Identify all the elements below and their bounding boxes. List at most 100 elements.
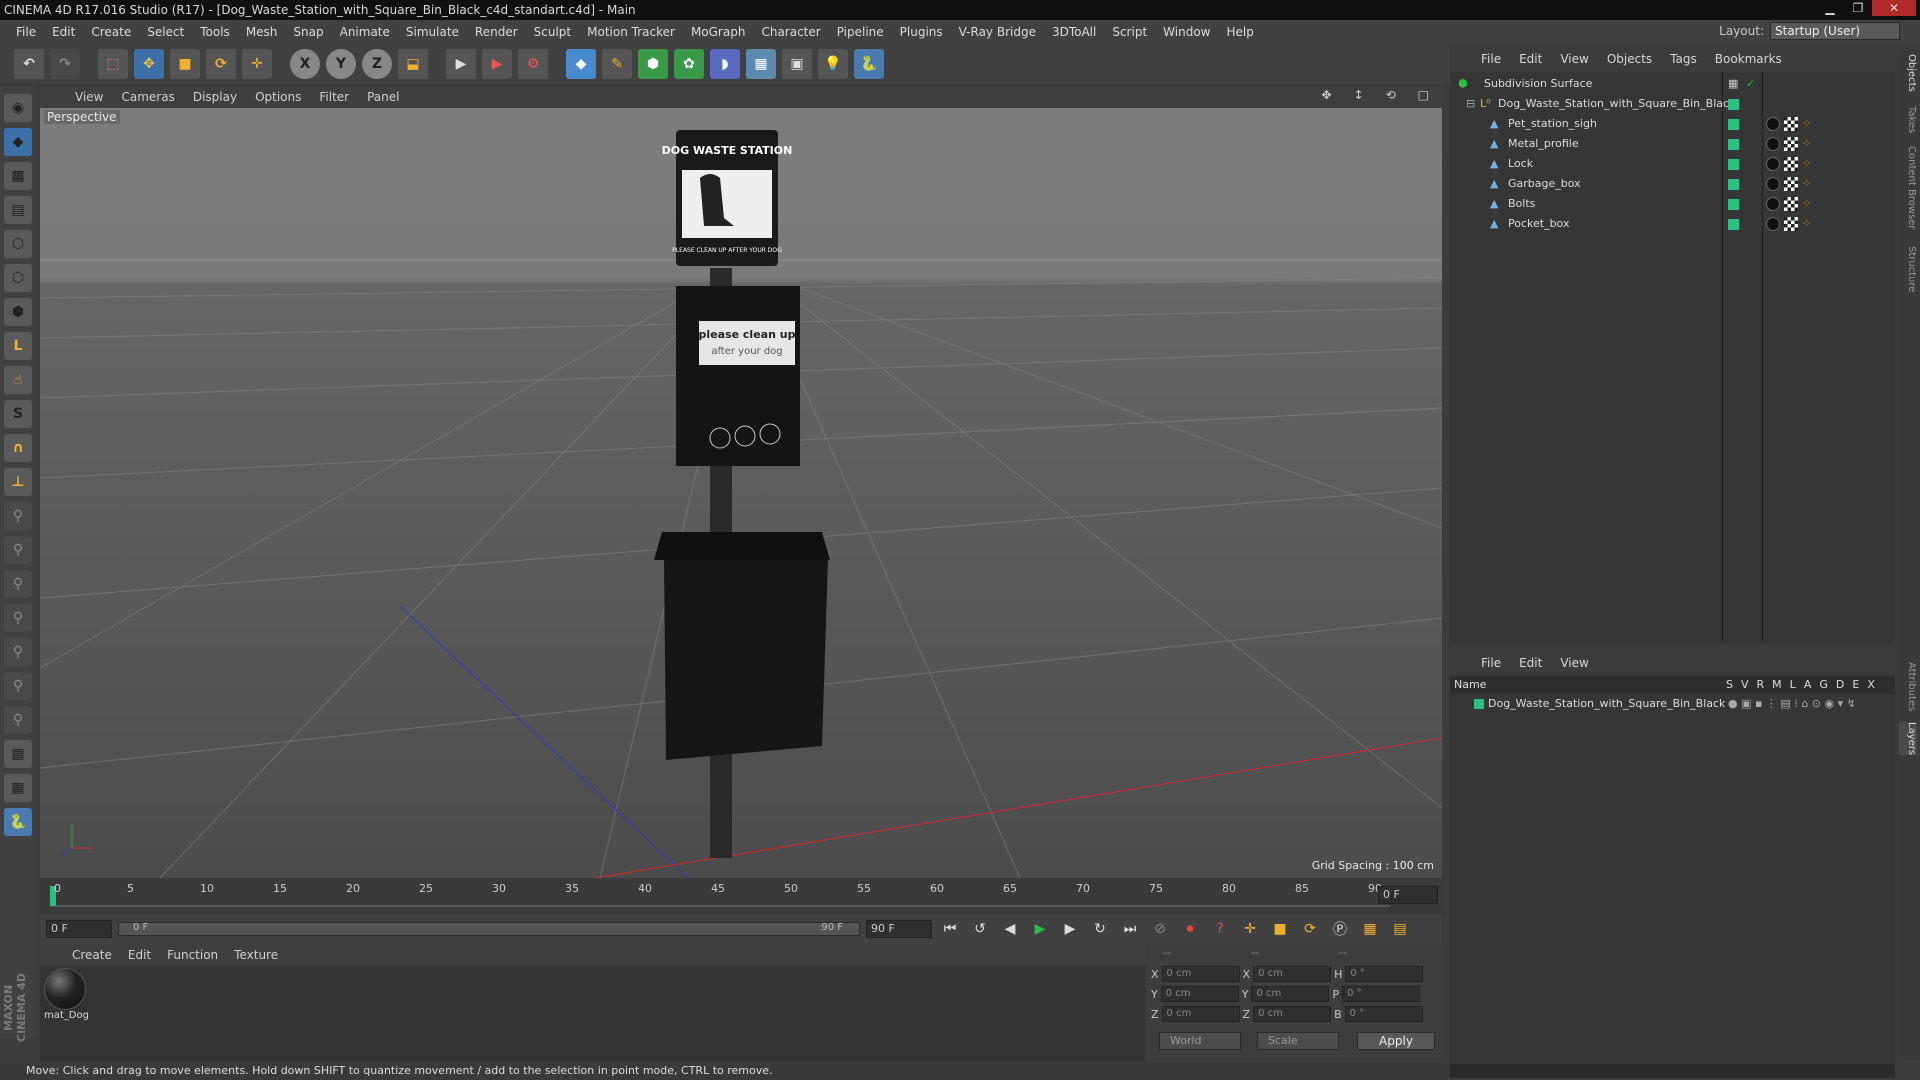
layer-color-swatch[interactable] — [1474, 699, 1484, 709]
live-selection-icon[interactable]: ⬚ — [98, 49, 128, 79]
layer-color-badge[interactable] — [1728, 219, 1739, 230]
magnet-icon[interactable]: ∩ — [4, 434, 32, 462]
scale-tool-icon[interactable]: ■ — [170, 49, 200, 79]
menu-edit[interactable]: Edit — [44, 25, 83, 39]
grid-lock-icon[interactable]: ▦ — [4, 740, 32, 768]
deformer-icon[interactable]: ◗ — [710, 49, 740, 79]
timeline-window-icon[interactable]: ▤ — [1388, 917, 1412, 941]
material-tag-icon[interactable] — [1766, 157, 1780, 171]
redo-icon[interactable]: ↷ — [50, 49, 80, 79]
apply-button[interactable]: Apply — [1357, 1032, 1435, 1050]
viewport-menu-panel[interactable]: Panel — [358, 90, 408, 104]
orbit-icon[interactable]: ⟲ — [1377, 88, 1405, 102]
layer-color-badge[interactable] — [1728, 119, 1739, 130]
undo-icon[interactable]: ↶ — [14, 49, 44, 79]
material-tag-icon[interactable] — [1766, 217, 1780, 231]
object-visibility-icon[interactable]: ▦ — [1728, 74, 1738, 94]
position-z-field[interactable]: 0 cm — [1161, 1006, 1240, 1022]
menu-sculpt[interactable]: Sculpt — [526, 25, 579, 39]
sculpt-brush-icon-5[interactable]: ⚲ — [4, 638, 32, 666]
viewport-menu-view[interactable]: View — [66, 90, 112, 104]
sculpt-brush-icon-3[interactable]: ⚲ — [4, 570, 32, 598]
y-axis-lock-icon[interactable]: Y — [326, 49, 356, 79]
keyframe-selection-icon[interactable]: ? — [1208, 917, 1232, 941]
previous-frame-icon[interactable]: ◀ — [998, 917, 1022, 941]
position-x-field[interactable]: 0 cm — [1161, 966, 1240, 982]
phong-tag-icon[interactable]: ⁘ — [1802, 198, 1814, 210]
frame-range-slider[interactable]: 0 F 90 F — [118, 922, 860, 936]
move-tool-icon[interactable]: ✥ — [134, 49, 164, 79]
layer-col-solo[interactable]: S — [1726, 676, 1733, 694]
tab-layers[interactable]: Layers — [1899, 722, 1917, 756]
menu-mesh[interactable]: Mesh — [238, 25, 286, 39]
menu-select[interactable]: Select — [139, 25, 192, 39]
viewport-camera-label[interactable]: Perspective — [44, 110, 120, 124]
layout-dropdown[interactable]: Startup (User) — [1770, 22, 1900, 40]
menu-vray-bridge[interactable]: V-Ray Bridge — [951, 25, 1044, 39]
menu-help[interactable]: Help — [1218, 25, 1261, 39]
key-position-icon[interactable]: ✛ — [1238, 917, 1262, 941]
menu-simulate[interactable]: Simulate — [398, 25, 467, 39]
menu-snap[interactable]: Snap — [285, 25, 331, 39]
material-menu-edit[interactable]: Edit — [120, 948, 159, 962]
tweak-mode-icon[interactable]: ☝ — [4, 366, 32, 394]
layer-col-generators[interactable]: G — [1819, 676, 1828, 694]
material-tag-icon[interactable] — [1766, 137, 1780, 151]
sculpt-brush-icon-7[interactable]: ⚲ — [4, 706, 32, 734]
snap-icon[interactable]: S — [4, 400, 32, 428]
uvw-tag-icon[interactable] — [1784, 197, 1798, 211]
layer-col-deformers[interactable]: D — [1836, 676, 1844, 694]
render-view-icon[interactable]: ▶ — [446, 49, 476, 79]
end-frame-field[interactable]: 90 F — [866, 920, 932, 938]
key-pla-icon[interactable]: ▦ — [1358, 917, 1382, 941]
material-menu-create[interactable]: Create — [64, 948, 120, 962]
layer-col-locked[interactable]: L — [1790, 676, 1796, 694]
object-row-subdivision-surface[interactable]: ⬢ Subdivision Surface ▦ ✓ — [1450, 74, 1895, 94]
record-icon-disabled[interactable]: ⊘ — [1148, 917, 1172, 941]
collapse-icon[interactable]: ⊟ — [1466, 94, 1475, 114]
start-frame-field[interactable]: 0 F — [46, 920, 112, 938]
viewport-menu-options[interactable]: Options — [246, 90, 310, 104]
rotation-b-field[interactable]: 0 ° — [1344, 1006, 1423, 1022]
maximize-view-icon[interactable]: □ — [1409, 88, 1438, 102]
viewport-menu-cameras[interactable]: Cameras — [112, 90, 183, 104]
texture-mode-icon[interactable]: ▩ — [4, 162, 32, 190]
layer-col-manager[interactable]: M — [1772, 676, 1782, 694]
timeline-ruler[interactable]: 0 5 10 15 20 25 30 35 40 45 50 55 60 65 70 75 80 85 90 0 F — [40, 880, 1442, 914]
layer-col-render[interactable]: R — [1757, 676, 1765, 694]
3d-viewport[interactable]: DOG WASTE STATION PLEASE CLEAN UP AFTER … — [40, 108, 1442, 878]
transform-tool-icon[interactable]: ✛ — [242, 49, 272, 79]
menu-3dtoall[interactable]: 3DToAll — [1044, 25, 1104, 39]
key-scale-icon[interactable]: ■ — [1268, 917, 1292, 941]
layer-col-animation[interactable]: A — [1804, 676, 1812, 694]
rotation-h-field[interactable]: 0 ° — [1345, 966, 1424, 982]
phong-tag-icon[interactable]: ⁘ — [1802, 178, 1814, 190]
cloner-icon[interactable]: ✿ — [674, 49, 704, 79]
menu-character[interactable]: Character — [753, 25, 828, 39]
objects-menu-file[interactable]: File — [1472, 52, 1510, 66]
menu-tools[interactable]: Tools — [192, 25, 238, 39]
floor-icon[interactable]: ▦ — [746, 49, 776, 79]
coordinate-space-dropdown[interactable]: World — [1159, 1032, 1241, 1050]
layer-color-badge[interactable] — [1728, 199, 1739, 210]
sculpt-brush-icon-4[interactable]: ⚲ — [4, 604, 32, 632]
object-row-dog-waste-station[interactable]: ⊟ L⁰ Dog_Waste_Station_with_Square_Bin_B… — [1450, 94, 1895, 114]
object-row-bolts[interactable]: ▲ Bolts ⁘ — [1450, 194, 1895, 214]
uvw-tag-icon[interactable] — [1784, 177, 1798, 191]
light-icon[interactable]: 💡 — [818, 49, 848, 79]
menu-file[interactable]: File — [8, 25, 44, 39]
layers-menu-view[interactable]: View — [1551, 656, 1597, 670]
grid-magnet-icon[interactable]: ▦ — [4, 774, 32, 802]
workplane-icon[interactable]: ▤ — [4, 196, 32, 224]
key-parameter-icon[interactable]: Ⓟ — [1328, 917, 1352, 941]
phong-tag-icon[interactable]: ⁘ — [1802, 158, 1814, 170]
cube-icon[interactable]: ◆ — [566, 49, 596, 79]
menu-animate[interactable]: Animate — [332, 25, 398, 39]
phong-tag-icon[interactable]: ⁘ — [1802, 118, 1814, 130]
next-frame-icon[interactable]: ▶ — [1058, 917, 1082, 941]
menu-window[interactable]: Window — [1155, 25, 1218, 39]
uvw-tag-icon[interactable] — [1784, 217, 1798, 231]
objects-menu-edit[interactable]: Edit — [1510, 52, 1551, 66]
horizontal-scrollbar[interactable] — [1450, 1064, 1895, 1078]
restore-icon[interactable]: ❐ — [1844, 0, 1872, 16]
